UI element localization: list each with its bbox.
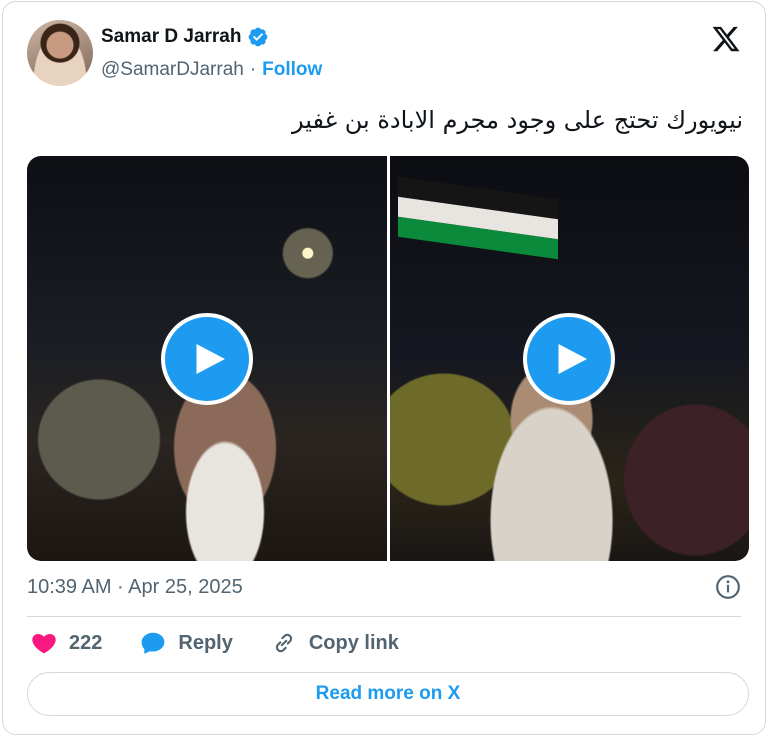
play-icon [196,343,225,374]
copy-link-button[interactable]: Copy link [271,630,399,656]
author-handle-row: @SamarDJarrah · Follow [101,59,322,81]
play-button[interactable] [160,312,253,405]
follow-button[interactable]: Follow [262,59,322,81]
reply-bubble-icon [142,632,165,654]
heart-icon [32,634,56,654]
video-thumbnail-2[interactable] [389,156,749,561]
video-thumbnail-1[interactable] [27,156,387,561]
play-icon [558,343,588,374]
action-bar: 222 Reply Copy link [31,630,437,656]
reply-button[interactable]: Reply [140,630,233,656]
author-name[interactable]: Samar D Jarrah [101,26,241,48]
like-count: 222 [69,631,103,654]
info-icon[interactable] [715,574,741,600]
author-name-row: Samar D Jarrah [101,26,269,48]
divider [27,616,741,617]
play-button[interactable] [523,312,616,405]
media-grid [27,156,749,561]
copy-link-label: Copy link [308,631,399,654]
verified-badge-icon [249,27,268,47]
reply-label: Reply [178,631,233,654]
tweet-card: Samar D Jarrah @SamarDJarrah · Follow ني… [2,1,766,735]
read-more-button[interactable]: Read more on X [27,672,749,716]
avatar[interactable] [27,20,93,86]
author-handle[interactable]: @SamarDJarrah [101,59,244,81]
separator-dot: · [249,59,257,80]
like-button[interactable]: 222 [31,630,102,656]
flag-image [397,176,558,260]
link-icon [275,633,292,653]
tweet-timestamp[interactable]: 10:39 AM · Apr 25, 2025 [27,576,243,599]
tweet-text: نيويورك تحتج على وجود مجرم الابادة بن غف… [291,106,743,134]
x-logo-icon[interactable] [711,24,741,54]
